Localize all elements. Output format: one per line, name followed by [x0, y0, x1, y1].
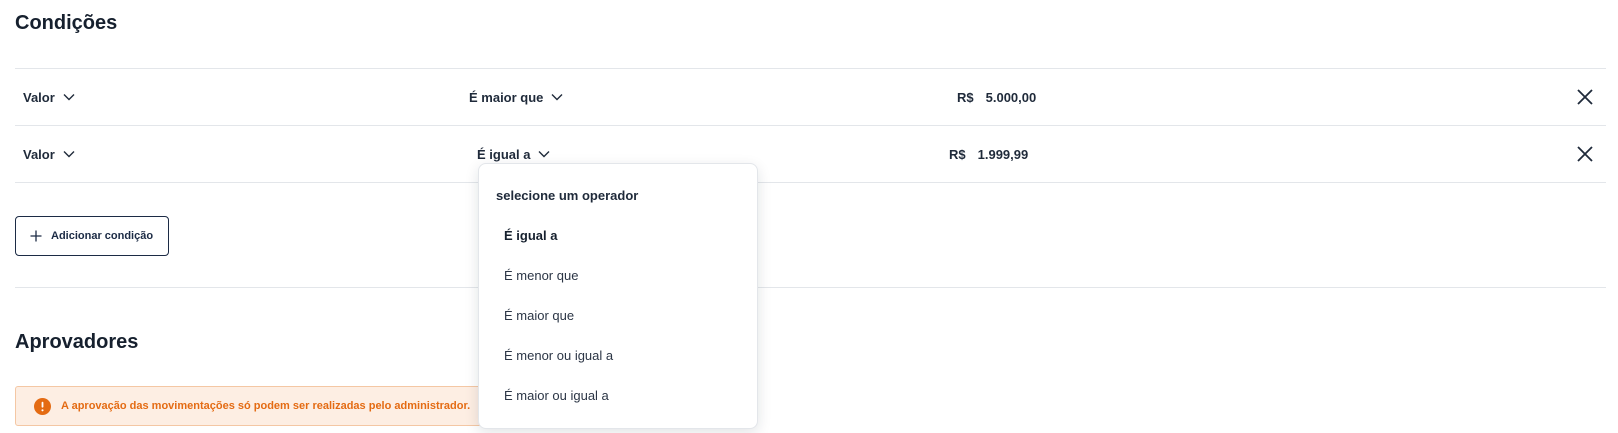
value-text: 1.999,99 [977, 146, 1029, 162]
operator-select-label: É igual a [477, 146, 531, 162]
info-alert: A aprovação das movimentações só podem s… [15, 386, 485, 426]
alert-text: A aprovação das movimentações só podem s… [61, 400, 471, 412]
close-icon [1576, 145, 1594, 163]
value-text: 5.000,00 [985, 89, 1037, 105]
dropdown-header: selecione um operador [496, 188, 639, 203]
currency-prefix: R$ [957, 89, 974, 105]
dropdown-option[interactable]: É menor ou igual a [504, 348, 613, 363]
field-select-label: Valor [23, 146, 55, 162]
dropdown-option[interactable]: É igual a [504, 228, 557, 243]
conditions-title: Condições [15, 12, 118, 34]
operator-select-label: É maior que [469, 89, 544, 105]
add-condition-button[interactable]: Adicionar condição [15, 216, 169, 256]
divider [15, 182, 1606, 183]
field-select[interactable]: Valor [23, 69, 75, 125]
chevron-down-icon [551, 93, 563, 101]
dropdown-option[interactable]: É maior que [504, 308, 574, 323]
add-condition-label: Adicionar condição [51, 230, 154, 242]
chevron-down-icon [63, 150, 75, 158]
value-input[interactable]: R$ 5.000,00 [957, 69, 1036, 125]
field-select[interactable]: Valor [23, 126, 75, 182]
chevron-down-icon [63, 93, 75, 101]
dropdown-option[interactable]: É maior ou igual a [504, 388, 609, 403]
remove-condition-button[interactable] [1576, 88, 1594, 106]
currency-prefix: R$ [949, 146, 966, 162]
field-select-label: Valor [23, 89, 55, 105]
condition-row: Valor É maior que R$ 5.000,00 [15, 69, 1606, 125]
operator-dropdown-menu: selecione um operador É igual a É menor … [478, 163, 758, 429]
chevron-down-icon [538, 150, 550, 158]
close-icon [1576, 88, 1594, 106]
remove-condition-button[interactable] [1576, 145, 1594, 163]
warning-icon [34, 397, 51, 415]
approvers-title: Aprovadores [15, 331, 139, 353]
plus-icon [30, 230, 42, 242]
divider [15, 287, 1606, 288]
dropdown-option[interactable]: É menor que [504, 268, 578, 283]
page: Condições Valor É maior que R$ 5.000,00 [0, 0, 1618, 433]
condition-row: Valor É igual a R$ 1.999,99 [15, 126, 1606, 182]
value-input[interactable]: R$ 1.999,99 [949, 126, 1028, 182]
operator-select[interactable]: É maior que [469, 69, 563, 125]
